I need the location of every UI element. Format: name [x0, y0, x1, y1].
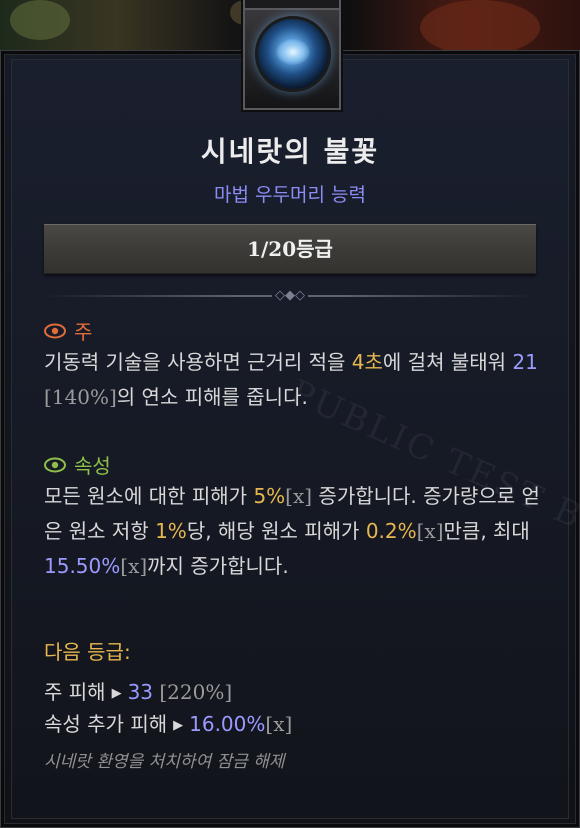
eye-icon	[44, 323, 66, 339]
next-rank-value: 33	[127, 680, 154, 704]
attribute-label: 속성	[74, 454, 111, 478]
multiplier-tag: [x]	[285, 484, 313, 508]
unlock-condition: 시네랏 환영을 처치하여 잠금 해제	[44, 752, 285, 772]
rank-indicator: 1/20등급	[44, 224, 536, 274]
tooltip-inner-frame	[11, 59, 569, 819]
main-text-part: 의 연소 피해를 줍니다.	[116, 385, 308, 409]
multiplier-tag: [x]	[265, 712, 293, 736]
main-description: 기동력 기술을 사용하면 근거리 적을 4초에 걸쳐 불태워 21 [140%]…	[44, 345, 544, 415]
damage-value: 21	[512, 350, 538, 374]
main-text-part: 에 걸쳐 불태워	[382, 350, 513, 374]
duration-value: 4초	[351, 350, 383, 374]
multiplier-tag: [x]	[120, 554, 148, 578]
main-section-header: 주	[44, 316, 92, 345]
scene-monster	[420, 0, 540, 55]
next-rank-attribute-damage: 속성 추가 피해 ▶ 16.00%[x]	[44, 708, 292, 737]
next-rank-value: 16.00%	[189, 712, 266, 736]
cap-value: 15.50%	[44, 554, 121, 578]
main-label: 주	[74, 320, 93, 344]
damage-scale: [140%]	[44, 385, 117, 409]
per-resist-value: 0.2%	[365, 519, 417, 543]
attr-text-part: 당, 해당 원소 피해가	[186, 519, 366, 543]
attr-text-part: 까지 증가합니다.	[147, 554, 289, 578]
main-text-part: 기동력 기술을 사용하면 근거리 적을	[44, 350, 352, 374]
orb-glow	[276, 39, 310, 65]
resist-value: 1%	[155, 519, 187, 543]
attribute-description: 모든 원소에 대한 피해가 5%[x] 증가합니다. 증가량으로 얻은 원소 저…	[44, 479, 544, 584]
icon-frame-cap	[243, 0, 341, 10]
attribute-section-header: 속성	[44, 450, 111, 479]
divider-ornament-icon: ◇◆◇	[272, 288, 308, 304]
next-rank-label: 주 피해	[44, 680, 106, 704]
scene-foliage	[10, 0, 70, 40]
next-rank-label: 속성 추가 피해	[44, 712, 168, 736]
next-rank-header: 다음 등급:	[44, 640, 131, 664]
next-rank-scale: [220%]	[159, 680, 233, 704]
triangle-right-icon: ▶	[173, 718, 184, 733]
blue-flame-orb-icon	[255, 16, 331, 92]
skill-category: 마법 우두머리 능력	[214, 184, 366, 206]
damage-bonus-value: 5%	[253, 484, 286, 508]
attr-text-part: 만큼, 최대	[443, 519, 530, 543]
triangle-right-icon: ▶	[111, 686, 122, 701]
multiplier-tag: [x]	[416, 519, 444, 543]
next-rank-main-damage: 주 피해 ▶ 33 [220%]	[44, 676, 232, 705]
eye-icon	[44, 457, 66, 473]
attr-text-part: 모든 원소에 대한 피해가	[44, 484, 254, 508]
skill-icon-frame	[243, 0, 341, 110]
skill-name: 시네랏의 불꽃	[200, 135, 380, 168]
